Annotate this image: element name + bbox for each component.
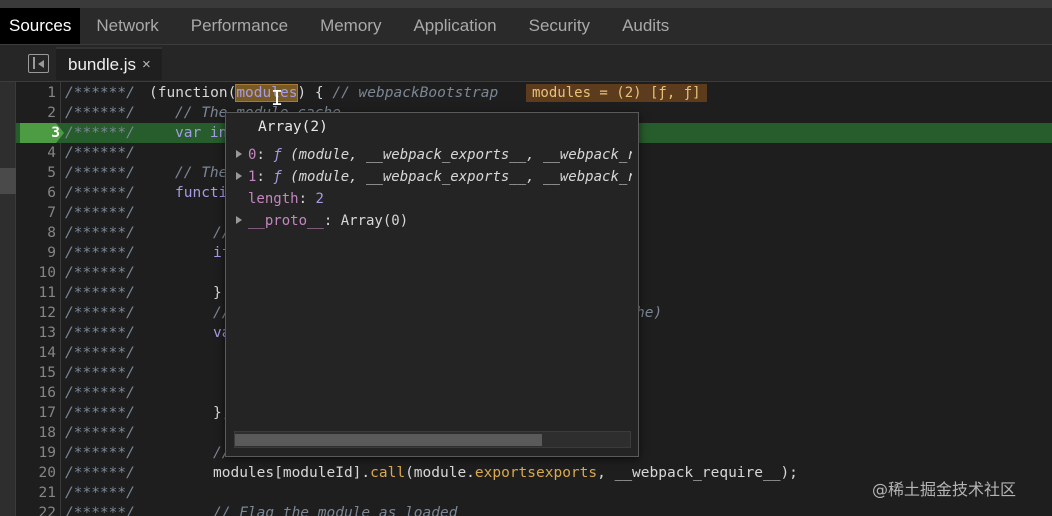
line-number[interactable]: 10 bbox=[16, 263, 56, 283]
navigator-collapsed-strip[interactable] bbox=[0, 82, 16, 516]
line-number[interactable]: 1 bbox=[16, 83, 56, 103]
array-entry-1[interactable]: 1: ƒ (module, __webpack_exports__, __web… bbox=[236, 167, 632, 187]
file-tab-bundle-js[interactable]: bundle.js × bbox=[56, 47, 162, 80]
code-text: /******/va bbox=[65, 325, 231, 341]
code-line[interactable]: 22 /******/// Flag the module as loaded bbox=[16, 503, 1052, 516]
line-number[interactable]: 3 bbox=[20, 123, 64, 143]
line-number[interactable]: 6 bbox=[16, 183, 56, 203]
code-text: /******/ bbox=[65, 385, 135, 401]
line-number[interactable]: 4 bbox=[16, 143, 56, 163]
code-text: /******/ bbox=[65, 485, 135, 501]
inline-value-badge: modules = (2) [ƒ, ƒ] bbox=[526, 84, 707, 102]
array-length: length: 2 bbox=[248, 191, 324, 207]
code-text: /******/// The bbox=[65, 165, 228, 181]
code-text: /******///he) bbox=[65, 305, 663, 321]
line-number[interactable]: 5 bbox=[16, 163, 56, 183]
devtools-tab-bar: Sources Network Performance Memory Appli… bbox=[0, 8, 1052, 45]
expand-triangle-icon[interactable] bbox=[236, 216, 242, 224]
line-number[interactable]: 9 bbox=[16, 243, 56, 263]
expand-triangle-icon[interactable] bbox=[236, 150, 242, 158]
line-number[interactable]: 20 bbox=[16, 463, 56, 483]
array-proto[interactable]: __proto__: Array(0) bbox=[236, 211, 632, 231]
code-text: /******/ bbox=[65, 365, 135, 381]
line-number[interactable]: 18 bbox=[16, 423, 56, 443]
tab-performance[interactable]: Performance bbox=[175, 8, 304, 44]
code-text: /******/}; bbox=[65, 405, 231, 421]
code-text: /******/ bbox=[65, 425, 135, 441]
line-number[interactable]: 16 bbox=[16, 383, 56, 403]
code-text: /******/functi bbox=[65, 185, 228, 201]
code-text: /******/(function(modules) { // webpackB… bbox=[65, 84, 499, 102]
code-text: /******/ bbox=[65, 345, 135, 361]
line-number[interactable]: 21 bbox=[16, 483, 56, 503]
code-text: /******/// Flag the module as loaded bbox=[65, 505, 458, 516]
tab-memory[interactable]: Memory bbox=[304, 8, 397, 44]
code-text: /******/modules[moduleId].call(module.ex… bbox=[65, 465, 798, 481]
array-entry-0[interactable]: 0: ƒ (module, __webpack_exports__, __web… bbox=[236, 145, 632, 165]
toggle-navigator-icon[interactable] bbox=[28, 54, 49, 73]
code-text: /******/} bbox=[65, 285, 222, 301]
code-text: /******/if bbox=[65, 245, 231, 261]
code-text: /******/ bbox=[65, 205, 135, 221]
popover-title: Array(2) bbox=[258, 119, 328, 135]
line-number[interactable]: 15 bbox=[16, 363, 56, 383]
code-text: /******/ bbox=[65, 145, 135, 161]
line-number[interactable]: 7 bbox=[16, 203, 56, 223]
expand-triangle-icon[interactable] bbox=[236, 172, 242, 180]
editor-file-bar: bundle.js × bbox=[0, 45, 1052, 82]
close-tab-icon[interactable]: × bbox=[142, 49, 151, 80]
line-number[interactable]: 13 bbox=[16, 323, 56, 343]
code-text: /******/// bbox=[65, 445, 231, 461]
line-number[interactable]: 14 bbox=[16, 343, 56, 363]
selected-param: modules bbox=[235, 84, 299, 102]
watermark: @稀土掘金技术社区 bbox=[872, 480, 1017, 499]
tab-security[interactable]: Security bbox=[513, 8, 606, 44]
file-tab-label: bundle.js bbox=[68, 55, 137, 74]
horizontal-scrollbar[interactable] bbox=[234, 431, 631, 448]
object-preview-popover[interactable]: Array(2) 0: ƒ (module, __webpack_exports… bbox=[225, 112, 639, 457]
scrollbar-thumb[interactable] bbox=[235, 434, 542, 446]
code-text: /******/// bbox=[65, 225, 231, 241]
code-text: /******/var in bbox=[65, 125, 228, 141]
navigator-scroll-marker bbox=[0, 168, 16, 194]
tab-audits[interactable]: Audits bbox=[606, 8, 685, 44]
window-top-strip bbox=[0, 0, 1052, 8]
code-text: /******/ bbox=[65, 265, 135, 281]
line-number[interactable]: 17 bbox=[16, 403, 56, 423]
tab-network[interactable]: Network bbox=[80, 8, 174, 44]
line-number[interactable]: 2 bbox=[16, 103, 56, 123]
line-number[interactable]: 12 bbox=[16, 303, 56, 323]
text-cursor-icon: I bbox=[271, 86, 284, 110]
line-number[interactable]: 22 bbox=[16, 503, 56, 516]
line-number[interactable]: 8 bbox=[16, 223, 56, 243]
tab-application[interactable]: Application bbox=[397, 8, 512, 44]
tab-sources[interactable]: Sources bbox=[0, 8, 81, 44]
line-number[interactable]: 19 bbox=[16, 443, 56, 463]
code-text: /******/// The module cache bbox=[65, 105, 341, 121]
line-number[interactable]: 11 bbox=[16, 283, 56, 303]
